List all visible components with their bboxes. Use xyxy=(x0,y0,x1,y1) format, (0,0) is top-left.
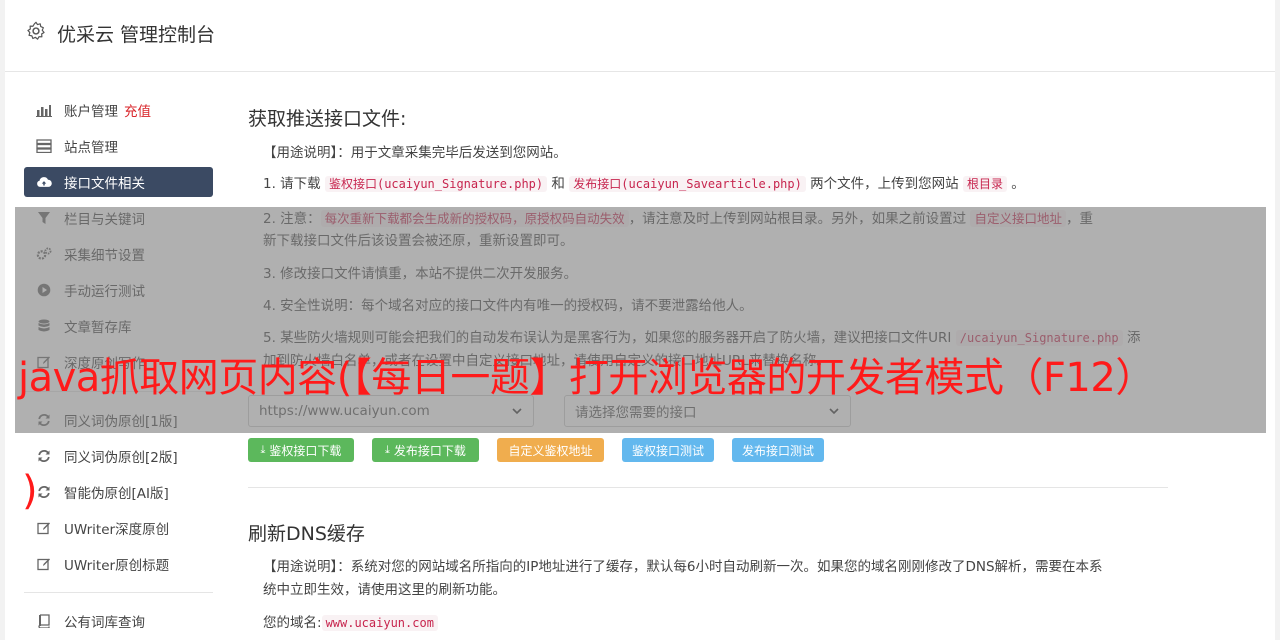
auth-file-name: 鉴权接口(ucaiyun_Signature.php) xyxy=(324,176,548,192)
refresh-icon xyxy=(36,484,52,500)
download-publish-button[interactable]: ⤓ 发布接口下载 xyxy=(372,438,479,462)
database-icon xyxy=(36,318,52,334)
sidebar-item-synonym-v2[interactable]: 同义词伪原创[2版] xyxy=(24,441,213,471)
gear-icon xyxy=(27,21,45,40)
refresh-icon xyxy=(36,448,52,464)
step-1: 1. 请下载 鉴权接口(ucaiyun_Signature.php) 和 发布接… xyxy=(263,176,1025,192)
sidebar-item-uwriter-title[interactable]: UWriter原创标题 xyxy=(24,549,213,579)
section-divider xyxy=(248,487,1168,488)
cloud-upload-icon xyxy=(36,174,52,190)
dns-usage-note: 【用途说明】：系统对您的网站域名所指向的IP地址进行了缓存，默认每6小时自动刷新… xyxy=(263,559,1103,575)
sidebar-item-label: 同义词伪原创[2版] xyxy=(64,450,178,466)
step-3: 3. 修改接口文件请慎重，本站不提供二次开发服务。 xyxy=(263,266,578,282)
sidebar-item-label: 栏目与关键词 xyxy=(64,212,145,228)
dns-usage-note-cont: 统中立即生效，请使用这里的刷新功能。 xyxy=(263,582,506,598)
sidebar-item-columns-keywords[interactable]: 栏目与关键词 xyxy=(24,203,213,233)
sidebar-item-label: 接口文件相关 xyxy=(64,176,145,192)
sidebar-item-label: 文章暂存库 xyxy=(64,320,132,336)
step-4: 4. 安全性说明：每个域名对应的接口文件内有唯一的授权码，请不要泄露给他人。 xyxy=(263,298,753,314)
sidebar-item-label: 账户管理 xyxy=(64,104,118,120)
overlay-banner-text: java抓取网页内容(【每日一题】打开浏览器的开发者模式（F12） xyxy=(18,355,1155,401)
app-title: 优采云 管理控制台 xyxy=(57,24,216,46)
edit-icon xyxy=(36,520,52,536)
download-auth-button[interactable]: ⤓ 鉴权接口下载 xyxy=(248,438,354,462)
cogs-icon xyxy=(36,246,52,262)
sidebar-item-sites[interactable]: 站点管理 xyxy=(24,131,213,161)
sidebar-item-label: 手动运行测试 xyxy=(64,284,145,300)
section-title-dns: 刷新DNS缓存 xyxy=(248,523,365,545)
sidebar-item-collect-settings[interactable]: 采集细节设置 xyxy=(24,239,213,269)
sidebar-item-account[interactable]: 账户管理 充值 xyxy=(24,95,213,125)
section-title-push-files: 获取推送接口文件: xyxy=(248,108,407,130)
recharge-link[interactable]: 充值 xyxy=(124,100,151,120)
book-icon xyxy=(36,613,52,629)
download-icon: ⤓ xyxy=(385,443,390,456)
step-2-cont: 新下载接口文件后该设置会被还原，重新设置即可。 xyxy=(263,233,574,249)
overlay-banner-text-cont: ) xyxy=(22,468,38,514)
dns-domain-row: 您的域名: www.ucaiyun.com xyxy=(263,612,438,635)
custom-auth-button[interactable]: 自定义鉴权地址 xyxy=(497,438,604,462)
sidebar-item-label: 公有词库查询 xyxy=(64,615,145,631)
sidebar-item-label: 智能伪原创[AI版] xyxy=(64,486,169,502)
server-icon xyxy=(36,138,52,154)
refresh-icon xyxy=(36,412,52,428)
sidebar-divider xyxy=(24,592,213,593)
sidebar-item-interface-files[interactable]: 接口文件相关 xyxy=(24,167,213,197)
filter-icon xyxy=(36,210,52,226)
chevron-down-icon xyxy=(829,408,839,415)
download-icon: ⤓ xyxy=(260,443,266,456)
sidebar-item-label: UWriter原创标题 xyxy=(64,558,170,574)
test-publish-button[interactable]: 发布接口测试 xyxy=(732,438,824,462)
custom-interface-text: 自定义接口地址 xyxy=(970,210,1066,227)
sidebar-item-label: 同义词伪原创[1版] xyxy=(64,414,178,430)
edit-icon xyxy=(36,556,52,572)
sidebar-item-label: UWriter深度原创 xyxy=(64,522,170,538)
top-bar: 优采云 管理控制台 xyxy=(5,0,1275,72)
test-auth-button[interactable]: 鉴权接口测试 xyxy=(622,438,714,462)
sidebar-item-article-store[interactable]: 文章暂存库 xyxy=(24,311,213,341)
chevron-down-icon xyxy=(512,408,522,415)
domain-value: www.ucaiyun.com xyxy=(321,615,438,631)
step-2: 2. 注意： 每次重新下载都会生成新的授权码，原授权码自动失效 ，请注意及时上传到网… xyxy=(263,210,1093,227)
publish-file-name: 发布接口(ucaiyun_Savearticle.php) xyxy=(569,176,806,192)
sidebar-item-public-lexicon[interactable]: 公有词库查询 xyxy=(24,606,213,636)
domain-label: 您的域名: xyxy=(263,615,322,631)
sidebar-item-label: 采集细节设置 xyxy=(64,248,145,264)
sidebar-item-ai-rewrite[interactable]: 智能伪原创[AI版] xyxy=(24,477,213,507)
warning-text: 每次重新下载都会生成新的授权码，原授权码自动失效 xyxy=(320,210,629,227)
usage-note: 【用途说明】：用于文章采集完毕后发送到您网站。 xyxy=(263,145,567,161)
root-dir: 根目录 xyxy=(962,176,1007,192)
sidebar-item-manual-run[interactable]: 手动运行测试 xyxy=(24,275,213,305)
sidebar-item-label: 站点管理 xyxy=(64,140,118,156)
play-icon xyxy=(36,282,52,298)
bar-chart-icon xyxy=(36,102,52,118)
sidebar-item-uwriter-deep[interactable]: UWriter深度原创 xyxy=(24,513,213,543)
sidebar-item-synonym-v1[interactable]: 同义词伪原创[1版] xyxy=(24,405,213,435)
signature-uri: /ucaiyun_Signature.php xyxy=(955,330,1123,346)
